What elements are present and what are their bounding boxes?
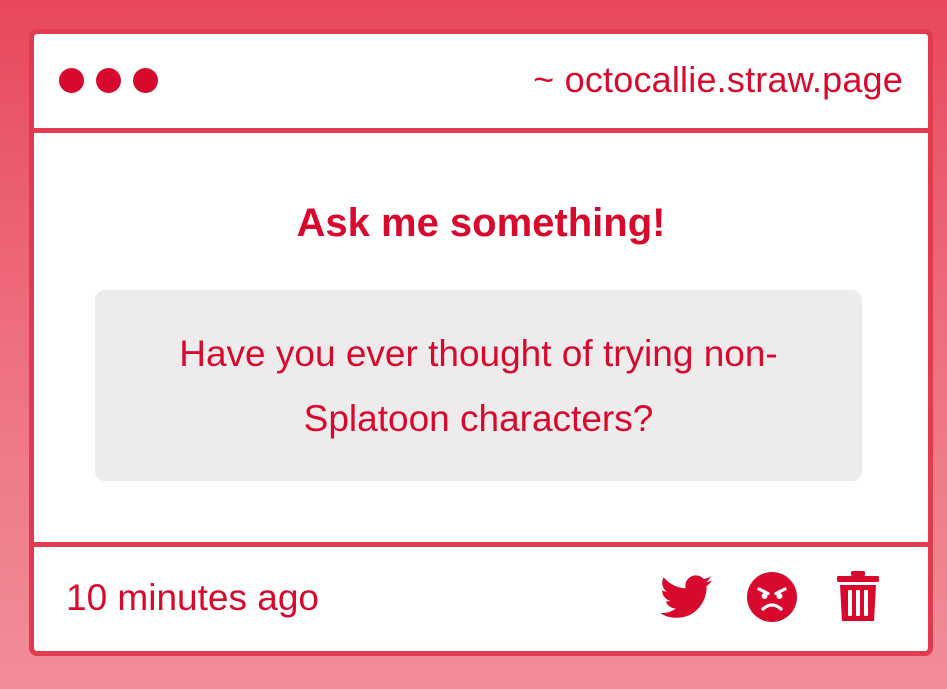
- twitter-icon: [660, 575, 712, 618]
- share-twitter-button[interactable]: [660, 571, 712, 623]
- card-footer: 10 minutes ago: [34, 542, 928, 651]
- action-bar: [660, 571, 884, 623]
- window-dot: [59, 68, 84, 93]
- window-dot: [133, 68, 158, 93]
- site-url[interactable]: ~ octocallie.straw.page: [533, 59, 903, 101]
- question-card: ~ octocallie.straw.page Ask me something…: [29, 29, 933, 656]
- delete-button[interactable]: [832, 571, 884, 623]
- question-box: Have you ever thought of trying non-Spla…: [95, 290, 862, 481]
- window-dot: [96, 68, 121, 93]
- page-title: Ask me something!: [296, 201, 666, 245]
- question-text: Have you ever thought of trying non-Spla…: [179, 332, 778, 439]
- window-titlebar: ~ octocallie.straw.page: [34, 34, 928, 133]
- timestamp: 10 minutes ago: [66, 577, 320, 618]
- window-dots: [59, 68, 158, 93]
- trash-icon: [837, 571, 879, 621]
- block-button[interactable]: [746, 571, 798, 623]
- card-content: Ask me something! Have you ever thought …: [34, 133, 928, 542]
- angry-face-icon: [747, 572, 797, 622]
